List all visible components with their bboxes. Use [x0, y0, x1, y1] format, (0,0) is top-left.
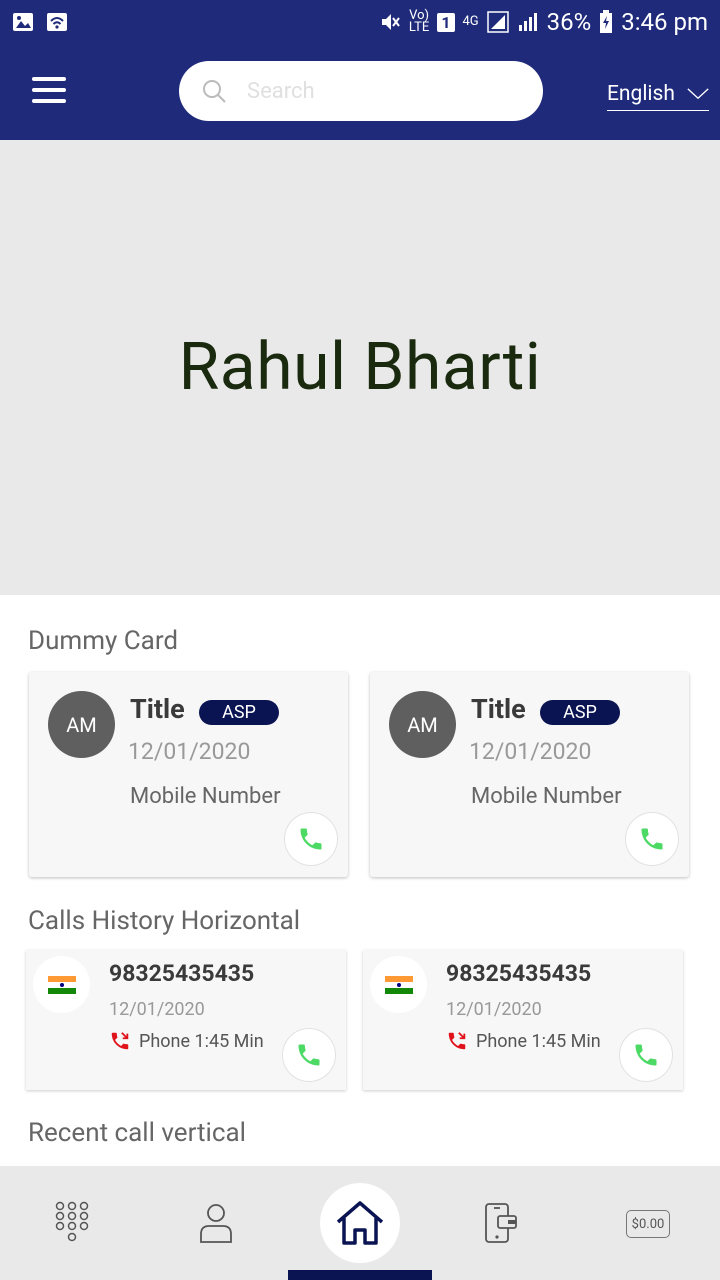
phone-icon — [300, 828, 322, 850]
recharge-icon — [485, 1203, 517, 1243]
flag-avatar — [33, 956, 90, 1013]
search-icon — [203, 80, 226, 103]
missed-call-icon — [111, 1032, 129, 1050]
card-mobile: Mobile Number — [471, 784, 622, 809]
call-button[interactable] — [626, 813, 678, 865]
call-info: Phone 1:45 Min — [109, 1030, 264, 1052]
phone-number: 98325435435 — [446, 960, 592, 987]
card-date: 12/01/2020 — [469, 738, 592, 765]
chevron-down-icon — [687, 88, 709, 100]
nav-recharge[interactable] — [478, 1198, 522, 1248]
history-card[interactable]: 98325435435 12/01/2020 Phone 1:45 Min — [26, 950, 346, 1090]
signal-2-icon — [518, 13, 537, 31]
card-date: 12/01/2020 — [128, 738, 251, 765]
section-title-history: Calls History Horizontal — [28, 906, 301, 936]
battery-percent: 36% — [546, 8, 592, 36]
bottom-navigation: $0.00 — [0, 1166, 720, 1280]
nav-dialpad[interactable] — [50, 1198, 94, 1248]
dialpad-icon — [55, 1201, 89, 1242]
call-button[interactable] — [283, 1029, 335, 1081]
phone-number: 98325435435 — [109, 960, 255, 987]
user-name: Rahul Bharti — [178, 329, 542, 406]
app-header: English — [0, 44, 720, 140]
avatar: AM — [389, 691, 456, 758]
menu-icon[interactable] — [32, 77, 66, 103]
status-badge: ASP — [540, 700, 620, 725]
status-bar: Vo) LTE 1 4G 36% 3:46 pm — [0, 0, 720, 44]
signal-icon — [486, 11, 509, 33]
active-tab-indicator — [288, 1270, 432, 1280]
flag-avatar — [370, 956, 427, 1013]
india-flag-icon — [384, 975, 413, 994]
status-right: Vo) LTE 1 4G 36% 3:46 pm — [379, 8, 708, 36]
gallery-icon — [13, 13, 33, 31]
section-title-recent: Recent call vertical — [28, 1118, 246, 1148]
phone-icon — [635, 1044, 657, 1066]
volte-indicator: Vo) LTE — [408, 8, 430, 35]
call-duration: Phone 1:45 Min — [139, 1030, 264, 1052]
nav-contacts[interactable] — [194, 1198, 238, 1248]
call-date: 12/01/2020 — [446, 999, 542, 1020]
nav-home[interactable] — [320, 1183, 400, 1263]
status-badge: ASP — [199, 700, 279, 725]
call-button[interactable] — [285, 813, 337, 865]
call-info: Phone 1:45 Min — [446, 1030, 601, 1052]
sim-indicator: 1 — [437, 12, 455, 32]
card-title: Title — [471, 693, 526, 725]
section-title-dummy: Dummy Card — [28, 626, 179, 656]
phone-icon — [298, 1044, 320, 1066]
avatar: AM — [48, 691, 115, 758]
card-title: Title — [130, 693, 185, 725]
call-date: 12/01/2020 — [109, 999, 205, 1020]
network-type: 4G — [462, 14, 479, 29]
india-flag-icon — [47, 975, 76, 994]
call-duration: Phone 1:45 Min — [476, 1030, 601, 1052]
dummy-card[interactable]: AM Title ASP 12/01/2020 Mobile Number — [370, 672, 689, 877]
status-left — [12, 11, 68, 33]
home-icon — [336, 1201, 384, 1245]
missed-call-icon — [448, 1032, 466, 1050]
history-card[interactable]: 98325435435 12/01/2020 Phone 1:45 Min — [363, 950, 683, 1090]
dummy-card[interactable]: AM Title ASP 12/01/2020 Mobile Number — [29, 672, 348, 877]
hero-banner: Rahul Bharti — [0, 140, 720, 595]
mute-icon — [381, 14, 400, 30]
wallet-balance[interactable]: $0.00 — [626, 1210, 670, 1238]
language-label: English — [607, 82, 675, 106]
battery-icon — [600, 10, 613, 33]
wifi-notification-icon — [47, 13, 67, 31]
call-button[interactable] — [620, 1029, 672, 1081]
phone-icon — [641, 828, 663, 850]
contact-icon — [200, 1204, 232, 1243]
card-mobile: Mobile Number — [130, 784, 281, 809]
clock: 3:46 pm — [621, 8, 708, 36]
search-bar[interactable] — [179, 61, 543, 121]
language-selector[interactable]: English — [607, 78, 709, 111]
search-input[interactable] — [245, 77, 509, 105]
